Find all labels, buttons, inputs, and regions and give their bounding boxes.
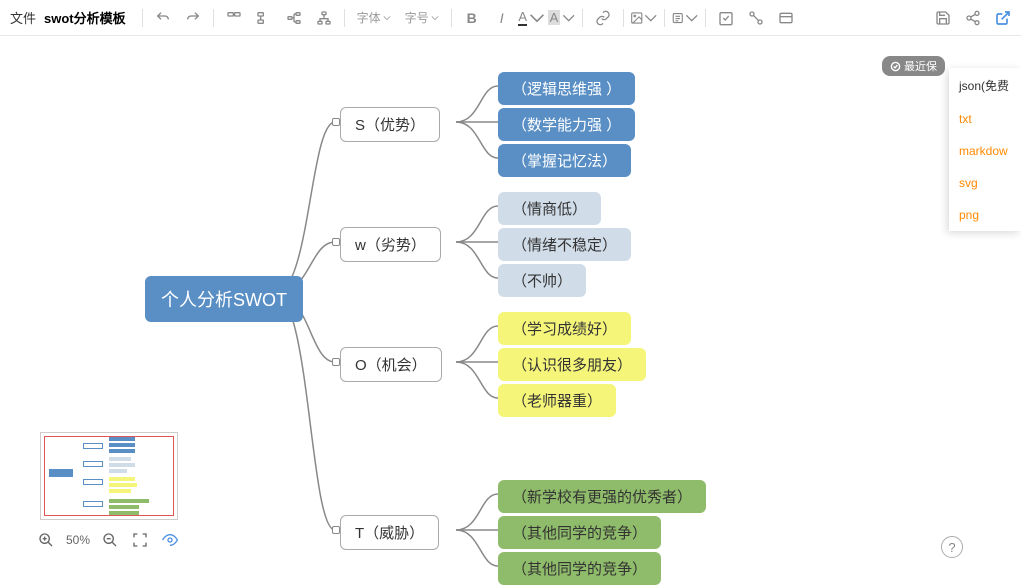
fullscreen-button[interactable] [130,530,150,550]
file-menu[interactable]: 文件 [4,8,42,27]
branch-t-handle[interactable] [332,526,340,534]
leaf-o-1[interactable]: （认识很多朋友） [498,348,646,381]
export-button[interactable] [989,4,1017,32]
redo-button[interactable] [179,4,207,32]
doc-title[interactable]: swot分析模板 [44,8,126,27]
zoom-percent: 50% [66,533,90,547]
leaf-s-0[interactable]: （逻辑思维强 ） [498,72,635,105]
export-markdown[interactable]: markdow [949,135,1021,167]
save-status: 最近保 [882,56,945,76]
structure-button-1[interactable] [280,4,308,32]
leaf-w-0[interactable]: （情商低） [498,192,601,225]
leaf-w-2[interactable]: （不帅） [498,264,586,297]
task-button[interactable] [712,4,740,32]
branch-o[interactable]: O（机会） [340,347,442,382]
leaf-t-0[interactable]: （新学校有更强的优秀者） [498,480,706,513]
minimap[interactable] [40,432,178,520]
text-color-button[interactable]: A [518,4,546,32]
share-button[interactable] [959,4,987,32]
leaf-o-0[interactable]: （学习成绩好） [498,312,631,345]
view-button[interactable] [160,530,180,550]
mindmap-root[interactable]: 个人分析SWOT [145,276,303,322]
zoom-out-button[interactable] [100,530,120,550]
leaf-t-2[interactable]: （其他同学的竞争） [498,552,661,585]
note-button[interactable] [671,4,699,32]
branch-s[interactable]: S（优势） [340,107,440,142]
leaf-w-1[interactable]: （情绪不稳定） [498,228,631,261]
link-button[interactable] [589,4,617,32]
image-button[interactable] [630,4,658,32]
structure-button-2[interactable] [310,4,338,32]
branch-o-handle[interactable] [332,358,340,366]
zoom-in-button[interactable] [36,530,56,550]
highlight-button[interactable]: A [548,4,576,32]
save-button[interactable] [929,4,957,32]
relation-button[interactable] [742,4,770,32]
branch-s-handle[interactable] [332,118,340,126]
leaf-s-2[interactable]: （掌握记忆法） [498,144,631,177]
undo-button[interactable] [149,4,177,32]
toolbar: 文件 swot分析模板 字体 字号 B I A A [0,0,1021,36]
export-png[interactable]: png [949,199,1021,231]
leaf-o-2[interactable]: （老师器重） [498,384,616,417]
font-button[interactable]: 字体 [351,9,397,26]
export-txt[interactable]: txt [949,103,1021,135]
export-menu: json(免费 txt markdow svg png [949,68,1021,231]
add-child-button[interactable] [250,4,278,32]
add-sibling-button[interactable] [220,4,248,32]
italic-button[interactable]: I [488,4,516,32]
help-button[interactable]: ? [941,536,963,558]
fontsize-button[interactable]: 字号 [399,9,445,26]
export-svg[interactable]: svg [949,167,1021,199]
export-json[interactable]: json(免费 [949,68,1021,103]
leaf-t-1[interactable]: （其他同学的竞争） [498,516,661,549]
branch-t[interactable]: T（威胁） [340,515,439,550]
zoom-bar: 50% [36,530,180,550]
leaf-s-1[interactable]: （数学能力强 ） [498,108,635,141]
branch-w-handle[interactable] [332,238,340,246]
branch-w[interactable]: w（劣势） [340,227,441,262]
boundary-button[interactable] [772,4,800,32]
bold-button[interactable]: B [458,4,486,32]
